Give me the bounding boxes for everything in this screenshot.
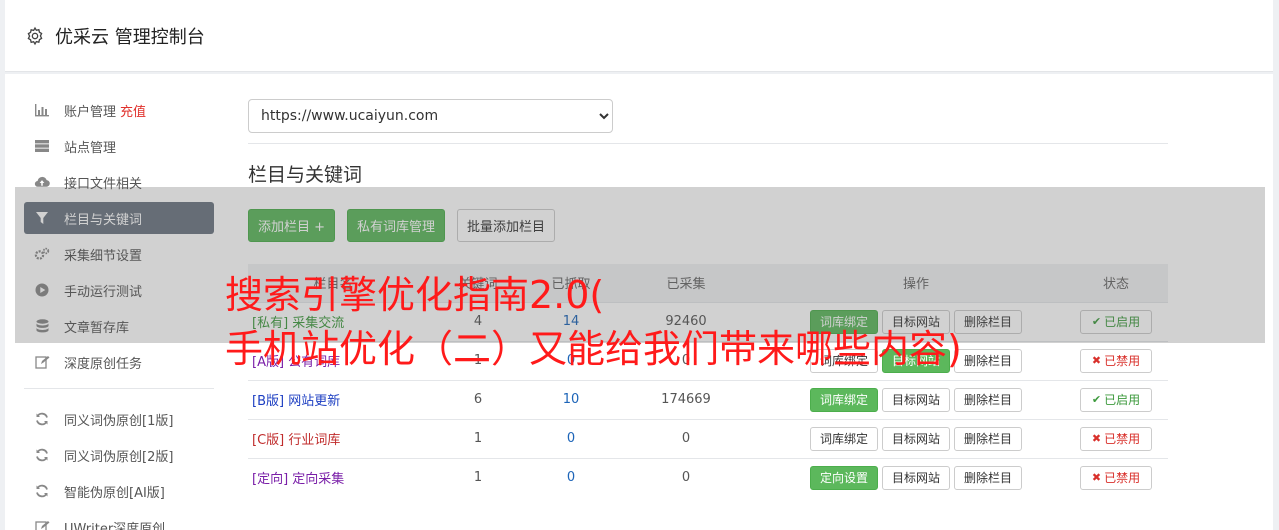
- top-header: 优采云 管理控制台: [5, 0, 1273, 72]
- keyword-count: 6: [418, 379, 538, 419]
- delete-column-button[interactable]: 删除栏目: [954, 465, 1023, 490]
- table-row: [定向] 定向采集 1 0 0 定向设置 目标网站 删除栏目 ✖ 已禁用: [248, 457, 1168, 497]
- target-site-button[interactable]: 目标网站: [881, 387, 950, 412]
- status-cell: ✖ 已禁用: [1064, 457, 1168, 497]
- check-icon: ✔: [1091, 393, 1102, 406]
- status-cell: ✖ 已禁用: [1064, 418, 1168, 458]
- sidebar-item-synonym-v1[interactable]: 同义词伪原创[1版]: [24, 403, 214, 435]
- sidebar-divider: [24, 388, 214, 389]
- sidebar-item-label: UWriter深度原创: [64, 521, 166, 530]
- refresh-icon: [34, 483, 50, 499]
- target-site-button[interactable]: 目标网站: [881, 465, 950, 490]
- site-select[interactable]: https://www.ucaiyun.com: [248, 99, 613, 133]
- sidebar-item-label: 深度原创任务: [64, 356, 143, 372]
- sidebar-item-sites[interactable]: 站点管理: [24, 130, 214, 162]
- x-icon: ✖: [1091, 471, 1102, 485]
- delete-column-button[interactable]: 删除栏目: [954, 348, 1023, 373]
- collected-count: 174669: [604, 379, 768, 419]
- overlay-headline: 搜索引擎优化指南2.0( 手机站优化（二）又能给我们带来哪些内容): [225, 268, 962, 376]
- actions-cell: 词库绑定 目标网站 删除栏目: [768, 379, 1064, 419]
- sidebar-item-ai-rewrite[interactable]: 智能伪原创[AI版]: [24, 475, 214, 507]
- column-name-link[interactable]: [C版] 行业词库: [248, 418, 418, 458]
- column-name-link[interactable]: [B版] 网站更新: [248, 379, 418, 419]
- delete-column-button[interactable]: 删除栏目: [954, 426, 1023, 451]
- sidebar-item-label: 同义词伪原创[1版]: [64, 413, 174, 429]
- edit-icon: [34, 519, 50, 530]
- refresh-icon: [34, 411, 50, 427]
- target-site-button[interactable]: 目标网站: [881, 426, 950, 451]
- status-label: 已禁用: [1104, 432, 1141, 446]
- x-icon: ✖: [1091, 432, 1102, 445]
- status-toggle-button[interactable]: ✖ 已禁用: [1079, 426, 1153, 451]
- actions-cell: 定向设置 目标网站 删除栏目: [768, 457, 1064, 497]
- status-cell: ✖ 已禁用: [1064, 340, 1168, 380]
- collected-count: 0: [604, 418, 768, 458]
- bar-chart-icon: [34, 102, 50, 118]
- sidebar-item-deep-original[interactable]: 深度原创任务: [24, 346, 214, 378]
- status-label: 已禁用: [1104, 354, 1141, 368]
- sidebar-item-account[interactable]: 账户管理 充值: [24, 94, 214, 126]
- collected-count: 0: [604, 457, 768, 497]
- app-title: 优采云 管理控制台: [55, 26, 205, 48]
- sidebar-item-uwriter[interactable]: UWriter深度原创: [24, 511, 214, 530]
- status-cell: ✔ 已启用: [1064, 379, 1168, 419]
- headline-line-2: 手机站优化（二）又能给我们带来哪些内容): [225, 327, 962, 371]
- page-title: 栏目与关键词: [248, 164, 363, 186]
- status-toggle-button[interactable]: ✖ 已禁用: [1079, 465, 1153, 490]
- delete-column-button[interactable]: 删除栏目: [954, 387, 1023, 412]
- sidebar-item-label: 账户管理: [64, 104, 117, 120]
- edit-icon: [34, 354, 50, 370]
- grabbed-count[interactable]: 0: [538, 418, 604, 458]
- status-label: 已禁用: [1104, 471, 1141, 486]
- actions-cell: 词库绑定 目标网站 删除栏目: [768, 418, 1064, 458]
- status-label: 已启用: [1104, 393, 1141, 407]
- x-icon: ✖: [1091, 354, 1102, 367]
- refresh-icon: [34, 447, 50, 463]
- table-row: [B版] 网站更新 6 10 174669 词库绑定 目标网站 删除栏目 ✔ 已启…: [248, 379, 1168, 419]
- directed-settings-button[interactable]: 定向设置: [809, 465, 878, 490]
- lexicon-bind-button[interactable]: 词库绑定: [809, 387, 878, 412]
- recharge-link[interactable]: 充值: [120, 101, 146, 120]
- lexicon-bind-button[interactable]: 词库绑定: [809, 426, 878, 451]
- gear-icon: [27, 26, 43, 45]
- sidebar-item-label: 同义词伪原创[2版]: [64, 449, 174, 465]
- keyword-count: 1: [418, 457, 538, 497]
- grabbed-count[interactable]: 10: [538, 379, 604, 419]
- divider: [248, 143, 1168, 144]
- status-toggle-button[interactable]: ✖ 已禁用: [1079, 348, 1153, 373]
- server-icon: [34, 138, 50, 154]
- sidebar-item-label: 智能伪原创[AI版]: [64, 485, 165, 501]
- keyword-count: 1: [418, 418, 538, 458]
- grabbed-count[interactable]: 0: [538, 457, 604, 497]
- sidebar-item-label: 站点管理: [64, 140, 117, 156]
- status-toggle-button[interactable]: ✔ 已启用: [1079, 387, 1153, 412]
- column-name-link[interactable]: [定向] 定向采集: [248, 457, 418, 497]
- sidebar-item-synonym-v2[interactable]: 同义词伪原创[2版]: [24, 439, 214, 471]
- table-row: [C版] 行业词库 1 0 0 词库绑定 目标网站 删除栏目 ✖ 已禁用: [248, 418, 1168, 458]
- headline-line-1: 搜索引擎优化指南2.0(: [225, 273, 605, 317]
